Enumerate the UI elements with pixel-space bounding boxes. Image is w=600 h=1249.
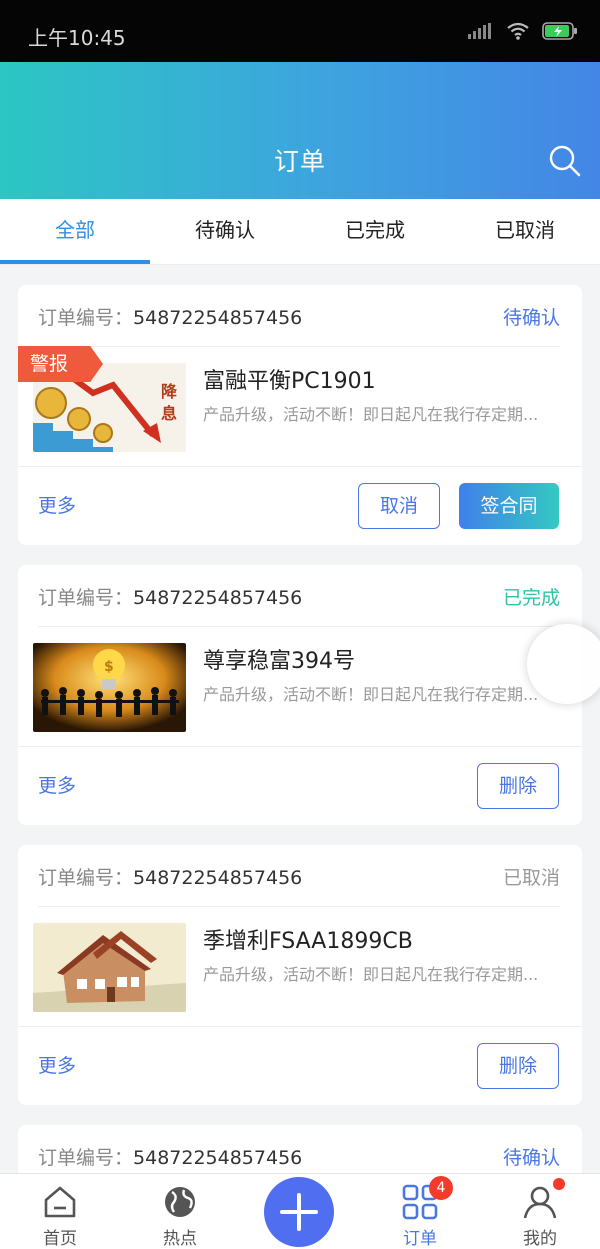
order-number-value: 54872254857456 bbox=[133, 1147, 303, 1169]
product-description: 产品升级，活动不断！即日起凡在我行存定期... bbox=[203, 965, 539, 984]
notification-dot bbox=[553, 1178, 565, 1190]
header: 订单 bbox=[0, 62, 600, 199]
product-description: 产品升级，活动不断！即日起凡在我行存定期... bbox=[203, 405, 539, 424]
home-icon bbox=[44, 1186, 76, 1218]
order-number-value: 54872254857456 bbox=[133, 587, 303, 609]
delete-button[interactable]: 删除 bbox=[477, 763, 559, 809]
nav-mine[interactable]: 我的 bbox=[480, 1174, 600, 1249]
status-icons bbox=[468, 22, 578, 40]
order-number-label: 订单编号： bbox=[38, 867, 134, 889]
order-product[interactable]: $ 尊享稳富394号 产品升级，活动不断！即日起凡在我行存定期... bbox=[18, 627, 582, 747]
svg-text:息: 息 bbox=[161, 404, 177, 423]
order-card-footer: 更多 删除 bbox=[18, 747, 582, 823]
order-status: 已完成 bbox=[502, 587, 560, 609]
product-thumbnail bbox=[33, 923, 186, 1012]
nav-mine-label: 我的 bbox=[523, 1229, 557, 1249]
product-description: 产品升级，活动不断！即日起凡在我行存定期... bbox=[203, 685, 539, 704]
order-number: 订单编号：54872254857456 bbox=[38, 1143, 302, 1170]
nav-home-label: 首页 bbox=[43, 1229, 77, 1249]
tab-pending[interactable]: 待确认 bbox=[150, 199, 300, 264]
tab-all[interactable]: 全部 bbox=[0, 199, 150, 264]
signal-icon bbox=[468, 23, 491, 39]
nav-hot-label: 热点 bbox=[163, 1229, 197, 1249]
add-button[interactable] bbox=[264, 1177, 334, 1247]
delete-button[interactable]: 删除 bbox=[477, 1043, 559, 1089]
tab-completed[interactable]: 已完成 bbox=[300, 199, 450, 264]
nav-orders-label: 订单 bbox=[403, 1229, 437, 1249]
order-product[interactable]: 降 息 警报 富融平衡PC1901 产品升级，活动不断！即日起凡在我行存定期..… bbox=[18, 346, 582, 467]
product-thumbnail: $ bbox=[33, 643, 186, 732]
order-card[interactable]: 订单编号：54872254857456 已取消 季增利FSAA1899CB 产品… bbox=[18, 845, 582, 1105]
battery-icon bbox=[542, 22, 577, 40]
order-card[interactable]: 订单编号：54872254857456 待确认 降 息 警报 富融平衡PC190… bbox=[18, 285, 582, 545]
order-status: 待确认 bbox=[502, 1147, 560, 1169]
house-image bbox=[33, 923, 186, 1012]
more-link[interactable]: 更多 bbox=[38, 771, 76, 798]
page-title: 订单 bbox=[273, 147, 326, 176]
order-number-label: 订单编号： bbox=[38, 307, 134, 329]
tab-cancelled[interactable]: 已取消 bbox=[450, 199, 600, 264]
order-number: 订单编号：54872254857456 bbox=[38, 303, 302, 330]
order-number-value: 54872254857456 bbox=[133, 867, 303, 889]
order-card-footer: 更多 取消 签合同 bbox=[18, 467, 582, 543]
order-number-label: 订单编号： bbox=[38, 587, 134, 609]
nav-home[interactable]: 首页 bbox=[0, 1174, 120, 1249]
order-card-header: 订单编号：54872254857456 已取消 bbox=[38, 845, 560, 907]
status-time: 上午10:45 bbox=[28, 26, 126, 50]
product-name: 尊享稳富394号 bbox=[203, 649, 355, 674]
order-status: 待确认 bbox=[502, 307, 560, 329]
orders-badge: 4 bbox=[429, 1176, 453, 1200]
more-link[interactable]: 更多 bbox=[38, 1051, 76, 1078]
nav-hot[interactable]: 热点 bbox=[120, 1174, 240, 1249]
nav-orders[interactable]: 订单 bbox=[360, 1174, 480, 1249]
sign-contract-button[interactable]: 签合同 bbox=[459, 483, 559, 529]
order-number: 订单编号：54872254857456 bbox=[38, 583, 302, 610]
status-bar: 上午10:45 bbox=[0, 0, 600, 62]
lightbulb-people-image: $ bbox=[33, 643, 186, 732]
tab-bar: 全部 待确认 已完成 已取消 bbox=[0, 199, 600, 265]
plus-icon bbox=[280, 1193, 318, 1231]
product-name: 季增利FSAA1899CB bbox=[203, 929, 413, 954]
more-link[interactable]: 更多 bbox=[38, 491, 76, 518]
order-number: 订单编号：54872254857456 bbox=[38, 863, 302, 890]
globe-icon bbox=[165, 1187, 195, 1217]
search-icon[interactable] bbox=[548, 144, 582, 178]
product-name: 富融平衡PC1901 bbox=[203, 369, 376, 394]
order-number-label: 订单编号： bbox=[38, 1147, 134, 1169]
cancel-button[interactable]: 取消 bbox=[358, 483, 440, 529]
order-number-value: 54872254857456 bbox=[133, 307, 303, 329]
alert-tag: 警报 bbox=[18, 346, 103, 382]
order-card-footer: 更多 删除 bbox=[18, 1027, 582, 1103]
svg-text:$: $ bbox=[104, 659, 114, 675]
order-card-header: 订单编号：54872254857456 已完成 bbox=[38, 565, 560, 627]
floating-assistive-button[interactable] bbox=[527, 624, 600, 704]
wifi-icon bbox=[507, 22, 529, 40]
order-product[interactable]: 季增利FSAA1899CB 产品升级，活动不断！即日起凡在我行存定期... bbox=[18, 907, 582, 1027]
order-card[interactable]: 订单编号：54872254857456 已完成 $ 尊享稳富394号 产品升级，… bbox=[18, 565, 582, 825]
svg-text:降: 降 bbox=[161, 382, 178, 401]
order-card-header: 订单编号：54872254857456 待确认 bbox=[38, 285, 560, 347]
order-status: 已取消 bbox=[502, 867, 560, 889]
